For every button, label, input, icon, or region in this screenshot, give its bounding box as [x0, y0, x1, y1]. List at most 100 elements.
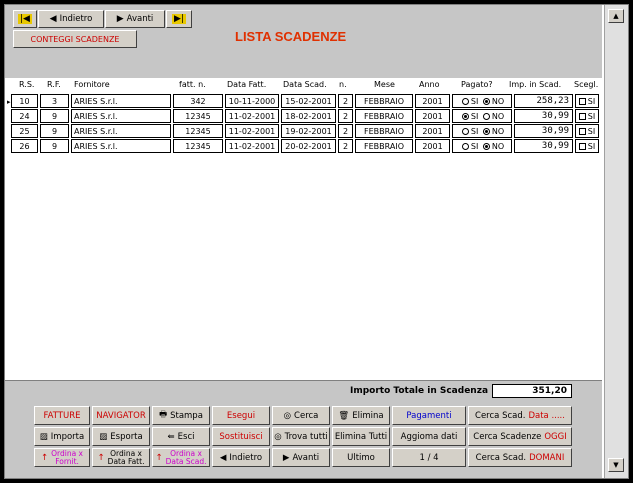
cell-fatt[interactable]: 12345	[173, 124, 223, 138]
cell-rs[interactable]: 26	[11, 139, 38, 153]
cerca-scad-data-button[interactable]: Cerca Scad. Data .....	[468, 406, 572, 425]
cell-mese[interactable]: FEBBRAIO	[355, 139, 413, 153]
radio-si[interactable]	[461, 142, 469, 150]
cell-mese[interactable]: FEBBRAIO	[355, 124, 413, 138]
forward-button[interactable]: ▶ Avanti	[105, 10, 165, 28]
importa-button[interactable]: ▨ Importa	[34, 427, 90, 446]
sostituisci-button[interactable]: Sostituisci	[212, 427, 270, 446]
radio-no[interactable]	[482, 112, 490, 120]
back-button[interactable]: ◀ Indietro	[38, 10, 104, 28]
cell-rf[interactable]: 9	[40, 139, 69, 153]
cell-importo[interactable]: 30,99	[514, 124, 573, 138]
cell-n[interactable]: 2	[338, 124, 353, 138]
radio-si[interactable]	[461, 97, 469, 105]
cell-n[interactable]: 2	[338, 94, 353, 108]
cell-scegli[interactable]: SI	[575, 94, 599, 108]
cell-fatt[interactable]: 342	[173, 94, 223, 108]
trova-tutti-button[interactable]: ◎ Trova tutti	[272, 427, 330, 446]
esci-button[interactable]: ⇚ Esci	[152, 427, 210, 446]
cell-n[interactable]: 2	[338, 109, 353, 123]
window: |◀ ◀ Indietro ▶ Avanti ▶| CONTEGGI SCADENZ…	[4, 4, 629, 479]
cell-data-scad[interactable]: 18-02-2001	[281, 109, 336, 123]
cerca-scad-domani-button[interactable]: Cerca Scad. DOMANI	[468, 448, 572, 467]
cell-scegli[interactable]: SI	[575, 109, 599, 123]
cell-importo[interactable]: 30,99	[514, 109, 573, 123]
header-scegli: Scegl.	[574, 80, 599, 89]
radio-si-label: SI	[470, 96, 479, 106]
fatture-button[interactable]: FATTURE	[34, 406, 90, 425]
left-arrow-icon: ◀	[219, 452, 227, 463]
cell-rf[interactable]: 9	[40, 124, 69, 138]
cell-data-fatt[interactable]: 10-11-2000	[225, 94, 279, 108]
cell-data-fatt[interactable]: 11-02-2001	[225, 139, 279, 153]
cell-rs[interactable]: 24	[11, 109, 38, 123]
table-row[interactable]: 24 9 ARIES S.r.l. 12345 11-02-2001 18-02…	[11, 109, 599, 124]
table-row[interactable]: 25 9 ARIES S.r.l. 12345 11-02-2001 19-02…	[11, 124, 599, 139]
printer-icon: 🖶	[159, 409, 168, 420]
cell-data-fatt[interactable]: 11-02-2001	[225, 124, 279, 138]
radio-no[interactable]	[482, 127, 490, 135]
cell-anno[interactable]: 2001	[415, 124, 450, 138]
elimina-tutti-button[interactable]: Elimina Tutti	[332, 427, 390, 446]
ordina-data-scad-button[interactable]: ↑ Ordina x Data Scad.	[152, 448, 210, 467]
aggiorna-button[interactable]: Aggioma dati	[392, 427, 466, 446]
cell-rf[interactable]: 3	[40, 94, 69, 108]
cell-rs[interactable]: 25	[11, 124, 38, 138]
cell-mese[interactable]: FEBBRAIO	[355, 94, 413, 108]
cell-importo[interactable]: 30,99	[514, 139, 573, 153]
cell-fatt[interactable]: 12345	[173, 139, 223, 153]
esporta-button[interactable]: ▨ Esporta	[92, 427, 150, 446]
cell-fornitore[interactable]: ARIES S.r.l.	[71, 139, 171, 153]
checkbox[interactable]	[578, 142, 586, 150]
cell-data-fatt[interactable]: 11-02-2001	[225, 109, 279, 123]
cell-n[interactable]: 2	[338, 139, 353, 153]
cell-pagato[interactable]: SI NO	[452, 124, 512, 138]
cell-fornitore[interactable]: ARIES S.r.l.	[71, 109, 171, 123]
cell-rs[interactable]: 10	[11, 94, 38, 108]
cell-fornitore[interactable]: ARIES S.r.l.	[71, 94, 171, 108]
indietro-button[interactable]: ◀ Indietro	[212, 448, 270, 467]
navigator-button[interactable]: NAVIGATOR	[92, 406, 150, 425]
checkbox[interactable]	[578, 127, 586, 135]
table-row[interactable]: ▸ 10 3 ARIES S.r.l. 342 10-11-2000 15-02…	[7, 94, 599, 109]
cell-rf[interactable]: 9	[40, 109, 69, 123]
scroll-down-icon[interactable]: ▼	[608, 458, 624, 472]
cell-fatt[interactable]: 12345	[173, 109, 223, 123]
cell-data-scad[interactable]: 19-02-2001	[281, 124, 336, 138]
cell-pagato[interactable]: SI NO	[452, 139, 512, 153]
first-record-button[interactable]: |◀	[13, 10, 37, 28]
cell-data-scad[interactable]: 20-02-2001	[281, 139, 336, 153]
radio-no[interactable]	[482, 142, 490, 150]
cell-fornitore[interactable]: ARIES S.r.l.	[71, 124, 171, 138]
elimina-button[interactable]: 🗑 Elimina	[332, 406, 390, 425]
radio-si[interactable]	[461, 112, 469, 120]
ordina-fornitore-button[interactable]: ↑ Ordina x Fornit.	[34, 448, 90, 467]
checkbox[interactable]	[578, 97, 586, 105]
cell-mese[interactable]: FEBBRAIO	[355, 109, 413, 123]
esegui-button[interactable]: Esegui	[212, 406, 270, 425]
radio-no[interactable]	[482, 97, 490, 105]
cell-anno[interactable]: 2001	[415, 94, 450, 108]
table-row[interactable]: 26 9 ARIES S.r.l. 12345 11-02-2001 20-02…	[11, 139, 599, 154]
stampa-button[interactable]: 🖶 Stampa	[152, 406, 210, 425]
cell-scegli[interactable]: SI	[575, 124, 599, 138]
checkbox[interactable]	[578, 112, 586, 120]
avanti-button[interactable]: ▶ Avanti	[272, 448, 330, 467]
cell-anno[interactable]: 2001	[415, 139, 450, 153]
scroll-up-icon[interactable]: ▲	[608, 9, 624, 23]
conteggi-scadenze-button[interactable]: CONTEGGI SCADENZE	[13, 30, 137, 48]
radio-si[interactable]	[461, 127, 469, 135]
cell-data-scad[interactable]: 15-02-2001	[281, 94, 336, 108]
pagamenti-button[interactable]: Pagamenti	[392, 406, 466, 425]
cell-importo[interactable]: 258,23	[514, 94, 573, 108]
cell-anno[interactable]: 2001	[415, 109, 450, 123]
ordina-data-fatt-button[interactable]: ↑ Ordina x Data Fatt.	[92, 448, 150, 467]
cell-pagato[interactable]: SI NO	[452, 109, 512, 123]
vertical-scrollbar[interactable]: ▲ ▼	[604, 5, 628, 478]
cerca-button[interactable]: ◎ Cerca	[272, 406, 330, 425]
cell-scegli[interactable]: SI	[575, 139, 599, 153]
last-record-button[interactable]: ▶|	[166, 10, 192, 28]
ultimo-button[interactable]: Ultimo	[332, 448, 390, 467]
cerca-scad-oggi-button[interactable]: Cerca Scadenze OGGI	[468, 427, 572, 446]
cell-pagato[interactable]: SI NO	[452, 94, 512, 108]
